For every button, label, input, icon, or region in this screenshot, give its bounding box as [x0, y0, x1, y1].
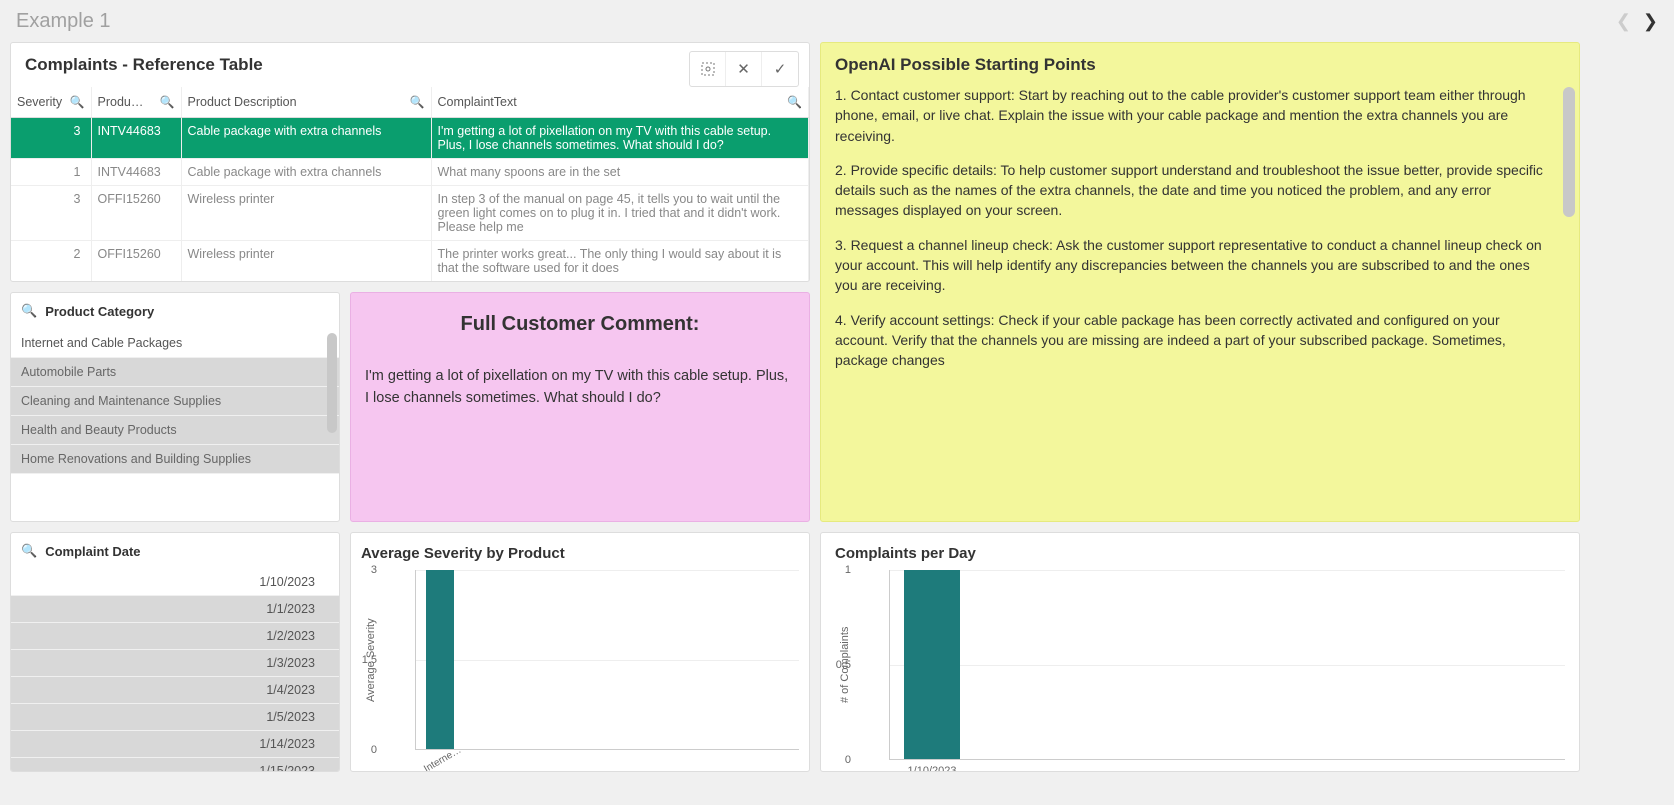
list-item[interactable]: 1/14/2023: [11, 731, 339, 758]
y-tick: 0: [825, 754, 851, 766]
table-row[interactable]: 3OFFI15260Wireless printerIn step 3 of t…: [11, 186, 809, 241]
ai-paragraph: 4. Verify account settings: Check if you…: [835, 310, 1545, 371]
cell-complaint: In step 3 of the manual on page 45, it t…: [431, 186, 809, 241]
severity-chart-title: Average Severity by Product: [361, 545, 799, 562]
category-list: Internet and Cable PackagesAutomobile Pa…: [11, 329, 339, 521]
table-row[interactable]: 3INTV44683Cable package with extra chann…: [11, 118, 809, 159]
y-tick: 0.5: [825, 659, 851, 671]
x-tick: 1/10/2023: [908, 765, 957, 772]
cell-severity: 2: [11, 241, 91, 282]
list-item[interactable]: 1/4/2023: [11, 677, 339, 704]
cell-product-id: OFFI15260: [91, 186, 181, 241]
ai-paragraph: 1. Contact customer support: Start by re…: [835, 85, 1545, 146]
comment-title: Full Customer Comment:: [365, 313, 795, 336]
bar-date[interactable]: [904, 570, 960, 759]
col-product-id[interactable]: Produ…🔍: [91, 87, 181, 118]
y-tick: 1: [825, 564, 851, 576]
comment-panel: Full Customer Comment: I'm getting a lot…: [350, 292, 810, 522]
list-item[interactable]: Home Renovations and Building Supplies: [11, 445, 339, 474]
cell-product-desc: Wireless printer: [181, 241, 431, 282]
page-title: Example 1: [16, 10, 1616, 33]
list-item[interactable]: 1/15/2023: [11, 758, 339, 771]
complaints-panel: Complaints - Reference Table ✕ ✓ Severit…: [10, 42, 810, 282]
ai-paragraph: 2. Provide specific details: To help cus…: [835, 160, 1545, 221]
table-row[interactable]: 1INTV44683Cable package with extra chann…: [11, 159, 809, 186]
prev-arrow-icon[interactable]: ❮: [1616, 11, 1631, 32]
ai-panel: OpenAI Possible Starting Points 1. Conta…: [820, 42, 1580, 522]
list-item[interactable]: 1/5/2023: [11, 704, 339, 731]
cpd-chart-panel: Complaints per Day # of Complaints 1 0.5…: [820, 532, 1580, 772]
list-item[interactable]: Health and Beauty Products: [11, 416, 339, 445]
scrollbar[interactable]: [327, 333, 337, 433]
cell-product-desc: Cable package with extra channels: [181, 118, 431, 159]
cell-product-desc: Cable package with extra channels: [181, 159, 431, 186]
category-title: Product Category: [45, 304, 154, 319]
search-icon[interactable]: 🔍: [410, 95, 425, 109]
col-severity[interactable]: Severity🔍: [11, 87, 91, 118]
cell-complaint: The printer works great... The only thin…: [431, 241, 809, 282]
header-bar: Example 1 ❮ ❯: [0, 0, 1674, 42]
scrollbar[interactable]: [1563, 87, 1575, 217]
table-actions: ✕ ✓: [689, 51, 799, 87]
search-icon[interactable]: 🔍: [160, 95, 175, 109]
col-complaint-text[interactable]: ComplaintText🔍: [431, 87, 809, 118]
cell-product-desc: Wireless printer: [181, 186, 431, 241]
search-icon[interactable]: 🔍: [21, 543, 37, 559]
table-row[interactable]: 2OFFI15260Wireless printerThe printer wo…: [11, 241, 809, 282]
date-list: 1/10/20231/1/20231/2/20231/3/20231/4/202…: [11, 569, 339, 771]
list-item[interactable]: 1/1/2023: [11, 596, 339, 623]
y-tick: 0: [351, 744, 377, 756]
close-icon[interactable]: ✕: [726, 52, 762, 86]
cell-product-id: OFFI15260: [91, 241, 181, 282]
severity-chart-body[interactable]: Interne…: [415, 570, 799, 750]
cell-product-id: INTV44683: [91, 159, 181, 186]
category-header: 🔍 Product Category: [11, 293, 339, 329]
list-item[interactable]: 1/3/2023: [11, 650, 339, 677]
search-icon[interactable]: 🔍: [21, 303, 37, 319]
list-item[interactable]: 1/2/2023: [11, 623, 339, 650]
date-panel: 🔍 Complaint Date 1/10/20231/1/20231/2/20…: [10, 532, 340, 772]
search-icon[interactable]: 🔍: [70, 95, 85, 109]
check-icon[interactable]: ✓: [762, 52, 798, 86]
next-arrow-icon[interactable]: ❯: [1643, 11, 1658, 32]
list-item[interactable]: Automobile Parts: [11, 358, 339, 387]
selection-tool-icon[interactable]: [690, 52, 726, 86]
y-tick: 1.5: [351, 654, 377, 666]
date-header: 🔍 Complaint Date: [11, 533, 339, 569]
ai-body: 1. Contact customer support: Start by re…: [835, 85, 1561, 371]
col-product-desc[interactable]: Product Description🔍: [181, 87, 431, 118]
list-item[interactable]: 1/10/2023: [11, 569, 339, 596]
cell-complaint: What many spoons are in the set: [431, 159, 809, 186]
cell-severity: 3: [11, 186, 91, 241]
cell-product-id: INTV44683: [91, 118, 181, 159]
y-tick: 3: [351, 564, 377, 576]
cell-complaint: I'm getting a lot of pixellation on my T…: [431, 118, 809, 159]
severity-chart-panel: Average Severity by Product Average Seve…: [350, 532, 810, 772]
nav-arrows: ❮ ❯: [1616, 11, 1658, 32]
list-item[interactable]: Internet and Cable Packages: [11, 329, 339, 358]
ai-panel-title: OpenAI Possible Starting Points: [835, 55, 1561, 75]
cpd-chart-body[interactable]: 1/10/2023 Date: [889, 570, 1565, 760]
search-icon[interactable]: 🔍: [787, 95, 802, 109]
cell-severity: 3: [11, 118, 91, 159]
cell-severity: 1: [11, 159, 91, 186]
cpd-chart-title: Complaints per Day: [835, 545, 1565, 562]
date-title: Complaint Date: [45, 544, 140, 559]
ai-paragraph: 3. Request a channel lineup check: Ask t…: [835, 235, 1545, 296]
list-item[interactable]: Cleaning and Maintenance Supplies: [11, 387, 339, 416]
bar-internet[interactable]: [426, 570, 454, 749]
comment-text: I'm getting a lot of pixellation on my T…: [365, 366, 795, 410]
category-panel: 🔍 Product Category Internet and Cable Pa…: [10, 292, 340, 522]
complaints-table: Severity🔍 Produ…🔍 Product Description🔍 C…: [11, 87, 809, 281]
